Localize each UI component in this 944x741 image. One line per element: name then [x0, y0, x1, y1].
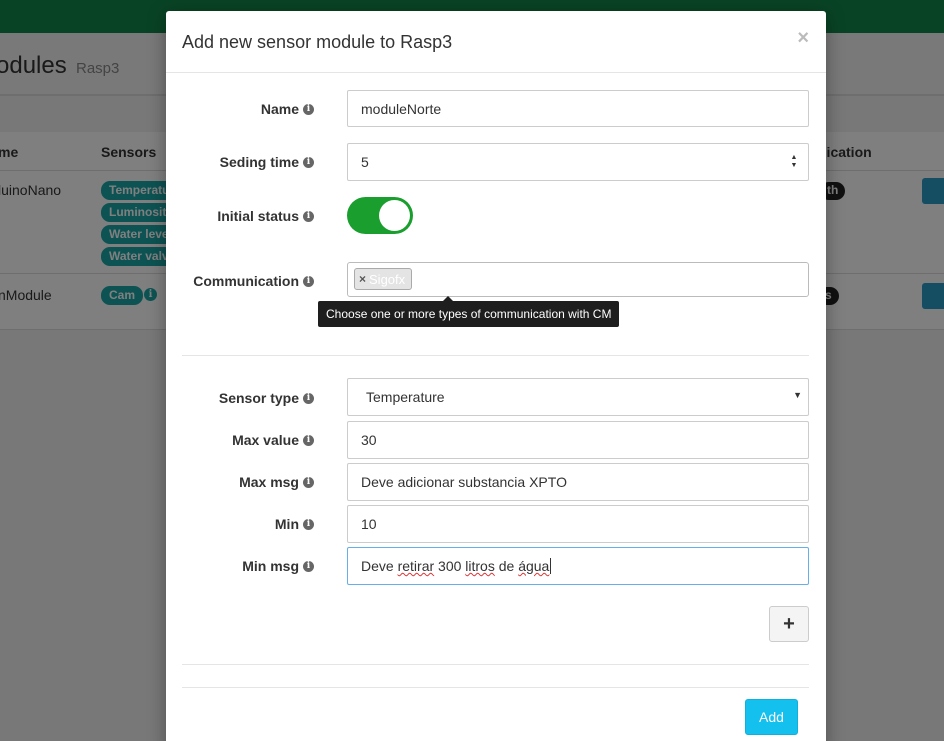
section-divider	[182, 664, 809, 665]
communication-tags-input[interactable]: × Sigofx	[347, 262, 809, 297]
sensor-type-label: Sensor type i	[219, 390, 314, 406]
toggle-knob	[379, 200, 410, 231]
info-icon[interactable]: i	[303, 434, 314, 446]
info-icon[interactable]: i	[303, 156, 314, 168]
initial-status-label: Initial status i	[217, 208, 314, 224]
plus-icon[interactable]: +	[769, 606, 809, 642]
sensor-type-value: Temperature	[366, 389, 445, 405]
info-icon[interactable]: i	[303, 103, 314, 115]
info-icon[interactable]: i	[303, 210, 314, 222]
info-icon[interactable]: i	[303, 392, 314, 404]
remove-tag-icon[interactable]: ×	[359, 272, 366, 286]
info-icon[interactable]: i	[303, 476, 314, 488]
initial-status-toggle[interactable]	[347, 197, 413, 234]
info-icon[interactable]: i	[303, 518, 314, 530]
close-icon[interactable]: ×	[797, 27, 809, 50]
section-divider	[182, 355, 809, 356]
max-value-input[interactable]: 30	[347, 421, 809, 459]
info-icon[interactable]: i	[303, 275, 314, 287]
modal-title: Add new sensor module to Rasp3	[182, 32, 453, 52]
min-input[interactable]: 10	[347, 505, 809, 543]
max-msg-label: Max msg i	[239, 474, 314, 490]
max-msg-input[interactable]: Deve adicionar substancia XPTO	[347, 463, 809, 501]
info-icon[interactable]: i	[303, 560, 314, 572]
name-label: Name i	[261, 101, 314, 117]
caret-down-icon: ▼	[793, 390, 802, 400]
text-caret	[550, 558, 552, 574]
footer-divider	[182, 687, 809, 688]
communication-tag: × Sigofx	[354, 268, 413, 290]
communication-tooltip: Choose one or more types of communicatio…	[318, 296, 620, 327]
sending-time-label: Seding time i	[220, 154, 314, 170]
sending-time-value: 5	[361, 154, 369, 170]
add-sensor-module-modal: Add new sensor module to Rasp3 × Name i …	[166, 11, 826, 741]
communication-label: Communication i	[193, 273, 314, 289]
add-button[interactable]: Add	[745, 699, 798, 735]
min-msg-input[interactable]: Deve retirar 300 litros de água	[347, 547, 809, 585]
min-label: Min i	[275, 516, 314, 532]
min-msg-label: Min msg i	[242, 558, 314, 574]
name-input[interactable]: moduleNorte	[347, 90, 809, 127]
sensor-type-select[interactable]: Temperature ▼	[347, 378, 809, 416]
sending-time-input[interactable]: 5 ▲ ▼	[347, 143, 809, 181]
spin-icon[interactable]: ▲ ▼	[789, 154, 799, 170]
modal-header: Add new sensor module to Rasp3 ×	[166, 11, 826, 73]
max-value-label: Max value i	[232, 432, 314, 448]
min-msg-value: Deve retirar 300 litros de água	[361, 558, 550, 574]
